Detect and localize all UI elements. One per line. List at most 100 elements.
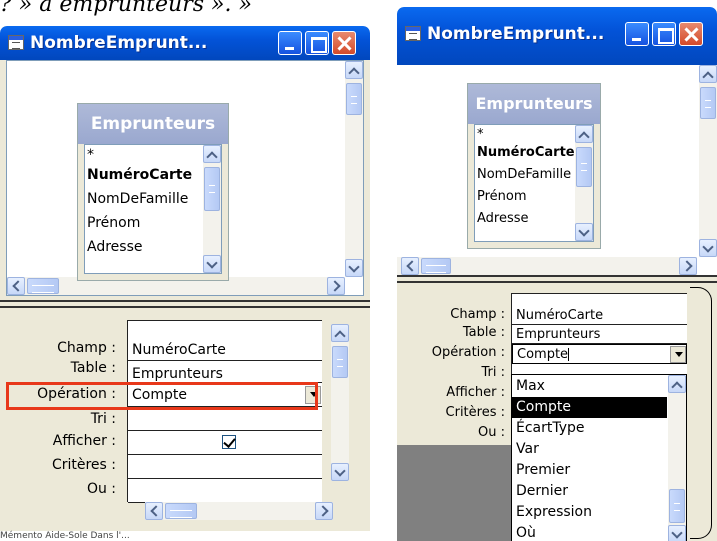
- field-item[interactable]: Prénom: [477, 189, 527, 204]
- label-afficher: Afficher :: [52, 433, 116, 449]
- left-table-pane: Emprunteurs * NuméroCarte NomDeFamille P…: [6, 60, 364, 296]
- field-list-scrollbar[interactable]: [203, 145, 221, 273]
- maximize-icon[interactable]: [305, 31, 329, 55]
- right-upper-vscroll[interactable]: [699, 65, 717, 257]
- checkmark-icon[interactable]: [222, 435, 236, 449]
- table-cell[interactable]: Emprunteurs: [128, 361, 322, 383]
- right-table-box[interactable]: Emprunteurs * NuméroCarte NomDeFamille P…: [467, 83, 601, 249]
- minimize-icon[interactable]: [625, 22, 649, 46]
- pane-splitter[interactable]: [397, 275, 717, 283]
- scroll-down-icon[interactable]: [668, 525, 686, 541]
- scroll-up-icon[interactable]: [575, 125, 593, 143]
- operation-row-highlight: [6, 382, 318, 410]
- field-item[interactable]: NuméroCarte: [87, 167, 192, 183]
- ou-cell[interactable]: [128, 479, 322, 503]
- tri-cell[interactable]: [128, 407, 322, 431]
- window-icon: [405, 26, 421, 41]
- footer-note: Mémento Aide-Sole Dans l'...: [0, 531, 130, 541]
- field-item[interactable]: Adresse: [87, 239, 142, 255]
- scroll-down-icon[interactable]: [699, 239, 717, 257]
- right-design-grid-pane: Champ : Table : Opération : Tri : Affich…: [397, 285, 717, 541]
- champ-cell[interactable]: NuméroCarte: [512, 306, 687, 325]
- scroll-down-icon[interactable]: [575, 223, 593, 241]
- dropdown-option[interactable]: Var: [512, 439, 667, 460]
- field-item[interactable]: *: [477, 127, 484, 142]
- field-item[interactable]: NomDeFamille: [87, 191, 188, 207]
- field-item[interactable]: NomDeFamille: [477, 167, 571, 182]
- scroll-left-icon[interactable]: [7, 277, 25, 295]
- scroll-thumb[interactable]: [421, 258, 451, 274]
- field-list[interactable]: * NuméroCarte NomDeFamille Prénom Adress…: [84, 144, 222, 274]
- right-title-bar[interactable]: NombreEmprunt...: [397, 7, 717, 65]
- left-query-window: NombreEmprunt... Emprunteurs * NuméroCar…: [0, 26, 370, 531]
- left-design-grid-pane: Champ : Table : Opération : Tri : Affich…: [0, 310, 370, 531]
- operation-dropdown-list[interactable]: Max Compte ÉcartType Var Premier Dernier…: [511, 374, 687, 541]
- label-champ: Champ :: [57, 340, 116, 356]
- left-table-box[interactable]: Emprunteurs * NuméroCarte NomDeFamille P…: [77, 103, 229, 281]
- maximize-icon[interactable]: [652, 22, 676, 46]
- field-list-scrollbar[interactable]: [575, 125, 593, 241]
- dropdown-option[interactable]: ÉcartType: [512, 418, 667, 439]
- scroll-thumb[interactable]: [700, 87, 716, 119]
- operation-cell[interactable]: Compte: [512, 344, 687, 364]
- field-item[interactable]: Prénom: [87, 215, 140, 231]
- scroll-up-icon[interactable]: [203, 145, 221, 163]
- text-cursor: [568, 348, 570, 361]
- close-icon[interactable]: [679, 22, 703, 46]
- field-item[interactable]: NuméroCarte: [477, 145, 575, 160]
- dropdown-option[interactable]: Premier: [512, 460, 667, 481]
- left-lower-hscroll[interactable]: [145, 502, 333, 520]
- table-cell[interactable]: Emprunteurs: [512, 325, 687, 344]
- label-ou: Ou :: [478, 425, 505, 440]
- dropdown-option[interactable]: Max: [512, 376, 667, 397]
- operation-value: Compte: [517, 347, 569, 362]
- right-table-pane: Emprunteurs * NuméroCarte NomDeFamille P…: [397, 65, 717, 275]
- field-list[interactable]: * NuméroCarte NomDeFamille Prénom Adress…: [474, 124, 594, 242]
- scroll-up-icon[interactable]: [668, 375, 686, 393]
- label-operation: Opération :: [431, 345, 505, 360]
- left-window-title: NombreEmprunt...: [30, 33, 208, 53]
- empty-area: [397, 445, 511, 541]
- dropdown-option-selected[interactable]: Compte: [512, 397, 667, 418]
- label-table: Table :: [70, 360, 116, 376]
- left-title-bar[interactable]: NombreEmprunt...: [0, 26, 370, 60]
- dropdown-option[interactable]: Dernier: [512, 481, 667, 502]
- scroll-up-icon[interactable]: [345, 61, 363, 79]
- left-upper-vscroll[interactable]: [345, 61, 363, 277]
- left-design-grid: NuméroCarte Emprunteurs Compte: [127, 320, 322, 503]
- scroll-left-icon[interactable]: [401, 257, 419, 275]
- label-ou: Ou :: [86, 481, 116, 497]
- right-upper-hscroll[interactable]: [397, 257, 697, 275]
- scroll-left-icon[interactable]: [145, 502, 163, 520]
- champ-cell[interactable]: NuméroCarte: [128, 339, 322, 361]
- close-icon[interactable]: [332, 31, 356, 55]
- label-tri: Tri :: [90, 411, 116, 427]
- scroll-right-icon[interactable]: [679, 257, 697, 275]
- scroll-down-icon[interactable]: [203, 255, 221, 273]
- scroll-thumb[interactable]: [669, 489, 685, 523]
- pane-splitter[interactable]: [0, 300, 370, 308]
- scroll-down-icon[interactable]: [331, 463, 349, 481]
- scroll-thumb[interactable]: [332, 346, 348, 378]
- field-item[interactable]: *: [87, 147, 94, 163]
- scroll-down-icon[interactable]: [345, 259, 363, 277]
- scroll-up-icon[interactable]: [331, 324, 349, 342]
- field-item[interactable]: Adresse: [477, 211, 529, 226]
- label-champ: Champ :: [450, 307, 505, 322]
- scroll-thumb[interactable]: [27, 278, 59, 294]
- scroll-thumb[interactable]: [576, 147, 592, 187]
- left-lower-vscroll[interactable]: [331, 324, 349, 481]
- scroll-thumb[interactable]: [346, 83, 362, 115]
- scroll-right-icon[interactable]: [327, 277, 345, 295]
- label-tri: Tri :: [481, 365, 506, 380]
- scroll-up-icon[interactable]: [699, 65, 717, 83]
- dropdown-arrow-icon[interactable]: [670, 346, 686, 363]
- dropdown-option[interactable]: Où: [512, 523, 667, 541]
- criteres-cell[interactable]: [128, 455, 322, 479]
- scroll-thumb[interactable]: [165, 503, 197, 519]
- minimize-icon[interactable]: [278, 31, 302, 55]
- dropdown-option[interactable]: Expression: [512, 502, 667, 523]
- dropdown-scrollbar[interactable]: [668, 375, 686, 541]
- scroll-thumb[interactable]: [204, 167, 220, 211]
- scroll-right-icon[interactable]: [315, 502, 333, 520]
